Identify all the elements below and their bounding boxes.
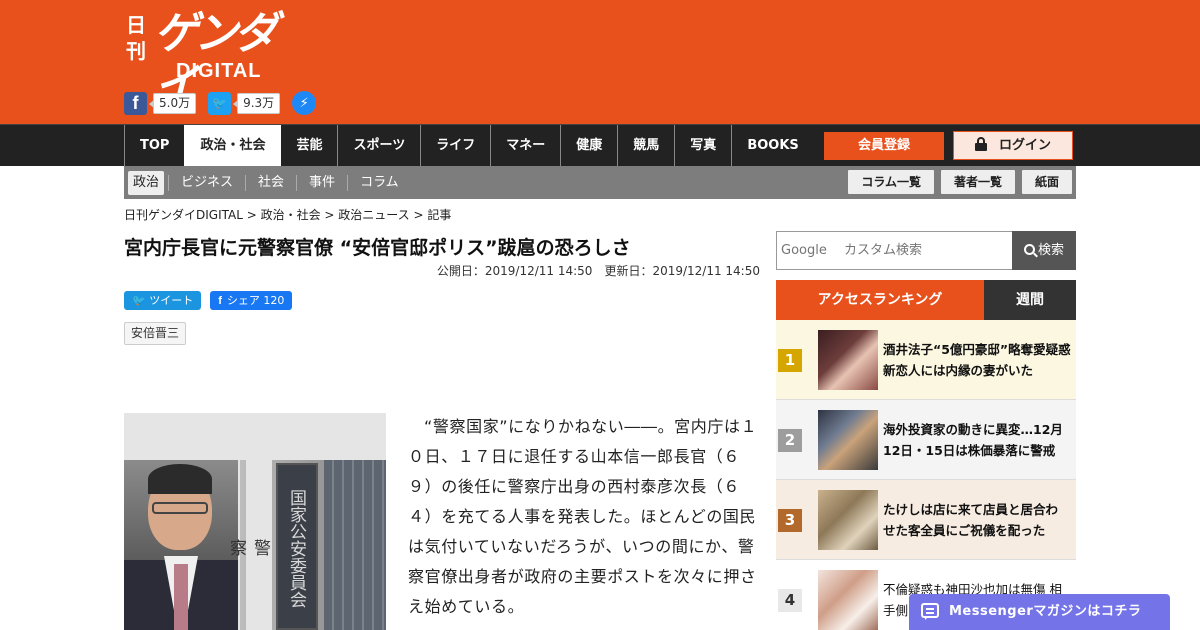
facebook-icon[interactable]: f [124,91,147,115]
login-label: ログイン [998,138,1051,153]
subnav-politics[interactable]: 政治 [128,170,165,195]
article-tag[interactable]: 安倍晋三 [124,322,187,345]
subnav-society[interactable]: 社会 [245,174,296,191]
nav-horse-racing[interactable]: 競馬 [617,125,674,167]
ranking-title: 海外投資家の動きに異変…12月 12日・15日は株価暴落に警戒 [883,422,1063,458]
ranking-title: たけしは店に来て店員と居合わ せた客全員にご祝儀を配った [883,502,1059,538]
messenger-icon[interactable]: ⚡ [292,91,317,115]
messenger-bar-label: Messengerマガジンはコチラ [949,604,1142,619]
subnav-business[interactable]: ビジネス [168,174,245,191]
logo-nikkan: 日刊 [126,13,146,63]
photo-sign-left: 警察 [226,460,272,630]
tab-weekly[interactable]: 週間 [984,280,1076,320]
search-icon [1023,244,1035,255]
ranking-tabs: アクセスランキング 週間 [776,280,1076,320]
nav-health[interactable]: 健康 [560,125,617,167]
site-header: 日刊 ゲンダイ DIGITAL f 5.0万 🐦 9.3万 ⚡ [0,0,1200,124]
nav-photo[interactable]: 写真 [674,125,731,167]
column-list-button[interactable]: コラム一覧 [848,170,934,194]
nav-life[interactable]: ライフ [420,125,490,167]
article-body: “警察国家”になりかねない――。宮内庁は１０日、１７日に退任する山本信一郎長官（… [408,417,758,616]
rank-badge: 2 [778,429,802,452]
twitter-icon[interactable]: 🐦 [208,91,232,115]
subnav-columns[interactable]: コラム [347,174,411,191]
share-buttons: 🐦 ツイート f シェア 120 [124,291,293,310]
nav-entertainment[interactable]: 芸能 [281,125,337,167]
twitter-count: 9.3万 [233,92,281,114]
ranking-item[interactable]: 3 たけしは店に来て店員と居合わ せた客全員にご祝儀を配った [776,480,1076,560]
ranking-thumbnail [818,490,878,550]
nav-sports[interactable]: スポーツ [337,125,420,167]
search-input[interactable] [776,231,1013,270]
nav-politics-society[interactable]: 政治・社会 [184,125,282,167]
tweet-button[interactable]: 🐦 ツイート [124,291,202,310]
share-count: 120 [263,294,285,307]
sub-nav: 政治 ビジネス 社会 事件 コラム コラム一覧 著者一覧 紙面 [124,166,1076,199]
author-list-button[interactable]: 著者一覧 [940,170,1015,194]
facebook-share-button[interactable]: f シェア 120 [210,291,293,310]
facebook-count: 5.0万 [148,92,197,114]
twitter-bird-icon: 🐦 [132,294,146,307]
lock-icon [974,137,987,151]
logo-digital: DIGITAL [176,60,262,82]
login-button[interactable]: ログイン [953,131,1073,160]
ranking-title: 酒井法子“5億円豪邸”略奪愛疑惑 新恋人には内縁の妻がいた [883,342,1071,378]
updated-date: 更新日：2019/12/11 14:50 [604,264,760,278]
nav-top[interactable]: TOP [124,125,184,167]
subnav-incidents[interactable]: 事件 [296,174,347,191]
published-date: 公開日：2019/12/11 14:50 [436,264,593,278]
ranking-list: 1 酒井法子“5億円豪邸”略奪愛疑惑 新恋人には内縁の妻がいた 2 海外投資家の動… [776,320,1076,630]
rank-badge: 4 [778,589,802,612]
social-counts: f 5.0万 🐦 9.3万 ⚡ [124,91,317,115]
rank-badge: 1 [778,349,802,372]
nav-books[interactable]: BOOKS [731,125,813,167]
tab-access-ranking[interactable]: アクセスランキング [776,280,984,320]
photo-building [324,460,386,630]
search-button[interactable]: 検索 [1012,231,1076,270]
main-nav: TOP 政治・社会 芸能 スポーツ ライフ マネー 健康 競馬 写真 BOOKS… [0,124,1200,167]
facebook-f-icon: f [218,295,222,307]
ranking-item[interactable]: 1 酒井法子“5億円豪邸”略奪愛疑惑 新恋人には内縁の妻がいた [776,320,1076,400]
ranking-thumbnail [818,330,878,390]
article-photo: 警察 国家公安委員会 庁 [124,413,386,630]
search-box: 検索 [776,231,1076,270]
ranking-thumbnail [818,410,878,470]
register-button[interactable]: 会員登録 [824,132,944,160]
rank-badge: 3 [778,509,802,532]
article-dates: 公開日：2019/12/11 14:50 更新日：2019/12/11 14:50 [124,262,760,279]
chat-icon [921,603,939,620]
ranking-thumbnail [818,570,878,630]
site-logo[interactable]: 日刊 ゲンダイ DIGITAL [126,8,306,111]
ranking-item[interactable]: 2 海外投資家の動きに異変…12月 12日・15日は株価暴落に警戒 [776,400,1076,480]
breadcrumb[interactable]: 日刊ゲンダイDIGITAL > 政治・社会 > 政治ニュース > 記事 [124,206,451,223]
nav-money[interactable]: マネー [490,125,560,167]
newspaper-button[interactable]: 紙面 [1021,170,1072,194]
article-title: 宮内庁長官に元警察官僚 “安倍官邸ポリス”跋扈の恐ろしさ [124,237,631,259]
photo-sign-commission: 国家公安委員会 [276,463,318,630]
messenger-magazine-button[interactable]: Messengerマガジンはコチラ [909,594,1170,630]
person-portrait [124,460,238,630]
